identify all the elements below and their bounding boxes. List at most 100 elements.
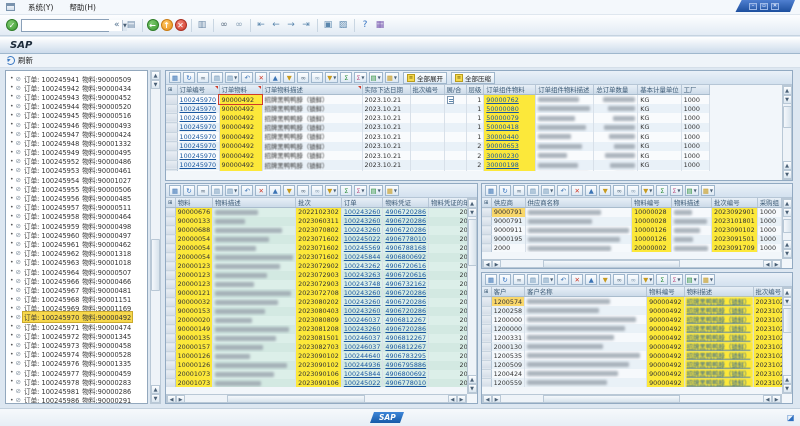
material-cell[interactable]: 20000123 bbox=[175, 280, 213, 289]
material-cell[interactable]: 90000133 bbox=[175, 217, 213, 226]
row-selector[interactable] bbox=[482, 378, 491, 387]
batch-number-cell[interactable]: 2023102201 bbox=[753, 351, 782, 360]
delete-icon[interactable]: ✕ bbox=[571, 274, 583, 285]
row-selector[interactable] bbox=[166, 235, 175, 244]
material-number-cell[interactable]: 90000492 bbox=[647, 378, 685, 387]
component-material-cell[interactable]: 90000945 bbox=[484, 170, 536, 171]
scroll-right-icon[interactable]: ▶ bbox=[492, 260, 501, 268]
scrollbar-thumb[interactable] bbox=[783, 308, 792, 333]
search-next-icon[interactable]: ∞ bbox=[311, 185, 323, 196]
row-selector[interactable] bbox=[166, 343, 175, 352]
customers-grid-hscrollbar[interactable]: ◀▶◀▶ bbox=[482, 394, 782, 403]
find-icon[interactable]: ∞ bbox=[197, 72, 209, 83]
select-all-header[interactable]: ⊞ bbox=[482, 287, 491, 297]
orders-grid-column-header[interactable]: 订单组件物料 bbox=[484, 85, 536, 95]
supplier-cell[interactable]: 2000 bbox=[491, 244, 525, 253]
first-page-icon[interactable]: ⇤ bbox=[255, 19, 268, 32]
order-cell[interactable]: 100244640 bbox=[341, 352, 383, 361]
batch-cell[interactable]: 2023090106 bbox=[296, 379, 342, 388]
batch-cell[interactable]: 2023082703 bbox=[296, 343, 342, 352]
batch-cell[interactable]: 2023081208 bbox=[296, 325, 342, 334]
scroll-left-icon[interactable]: ◀ bbox=[763, 260, 772, 268]
copy-icon[interactable]: ▤ bbox=[211, 185, 223, 196]
material-doc-cell[interactable]: 4906720286 bbox=[383, 226, 429, 235]
scroll-right-icon[interactable]: ▶ bbox=[772, 260, 781, 268]
scroll-left-icon[interactable]: ◀ bbox=[448, 395, 457, 403]
scroll-left-icon[interactable]: ◀ bbox=[483, 395, 492, 403]
subtotal-menu-icon[interactable]: Σ▼ bbox=[354, 72, 366, 83]
material-desc-cell[interactable]: 招牌黑鸭鸭脖（锁鲜） bbox=[684, 297, 753, 307]
details-icon[interactable]: ▦ bbox=[485, 274, 497, 285]
row-selector[interactable] bbox=[482, 324, 491, 333]
find-icon[interactable]: ∞ bbox=[197, 185, 209, 196]
refresh-icon[interactable]: ↻ bbox=[499, 185, 511, 196]
row-selector[interactable] bbox=[166, 361, 175, 370]
orders-grid-column-header[interactable]: 订单编号 bbox=[177, 85, 219, 95]
previous-page-icon[interactable]: ← bbox=[270, 19, 283, 32]
customers-grid-column-header[interactable]: 物料编号 bbox=[647, 287, 685, 297]
material-cell[interactable]: 90000121 bbox=[175, 289, 213, 298]
batch-cell[interactable]: 2023090106 bbox=[296, 370, 342, 379]
sum-icon[interactable]: Σ bbox=[656, 185, 668, 196]
material-cell[interactable]: 90000676 bbox=[175, 208, 213, 217]
next-page-icon[interactable]: → bbox=[285, 19, 298, 32]
scroll-down-icon[interactable]: ▼ bbox=[468, 384, 477, 393]
search-icon[interactable]: ∞ bbox=[613, 185, 625, 196]
customers-grid-column-header[interactable]: 批次编号 bbox=[753, 287, 782, 297]
scroll-up-icon[interactable]: ▲ bbox=[783, 199, 792, 208]
orders-grid-column-header[interactable]: 订单物料 bbox=[219, 85, 262, 95]
material-desc-cell[interactable]: 招牌黑鸭鸭脖（锁鲜） bbox=[684, 333, 753, 342]
copy-menu-icon[interactable]: ▤▼ bbox=[541, 185, 555, 196]
scroll-up-icon[interactable]: ▲ bbox=[468, 375, 477, 384]
cancel-icon[interactable]: ✕ bbox=[175, 19, 187, 31]
row-selector[interactable] bbox=[482, 208, 491, 217]
batch-number-cell[interactable]: 2023102201 bbox=[753, 315, 782, 324]
minimize-icon[interactable]: – bbox=[749, 3, 757, 10]
refresh-button[interactable]: 刷新 bbox=[18, 55, 33, 66]
export-menu-icon[interactable]: ▤▼ bbox=[685, 274, 699, 285]
order-cell[interactable]: 100243748 bbox=[341, 280, 383, 289]
order-cell[interactable]: 100244936 bbox=[341, 361, 383, 370]
material-number-cell[interactable]: 90000492 bbox=[647, 306, 685, 315]
material-cell[interactable]: 20000054 bbox=[175, 244, 213, 253]
scroll-up-icon[interactable]: ▲ bbox=[468, 199, 477, 208]
order-material-cell[interactable]: 90000492 bbox=[219, 95, 262, 105]
scrollbar-thumb[interactable] bbox=[783, 106, 792, 128]
material-doc-cell[interactable]: 4906720616 bbox=[383, 271, 429, 280]
row-selector[interactable] bbox=[166, 307, 175, 316]
layout-menu-icon[interactable]: ▦▼ bbox=[385, 72, 399, 83]
material-cell[interactable]: 90000688 bbox=[175, 226, 213, 235]
row-selector[interactable] bbox=[166, 104, 177, 113]
material-cell[interactable]: 20000054 bbox=[175, 235, 213, 244]
order-number-cell[interactable]: 100245970 bbox=[177, 132, 219, 141]
batch-cell[interactable]: 2023072708 bbox=[296, 289, 342, 298]
orders-grid-column-header[interactable]: 层级 bbox=[466, 85, 484, 95]
row-selector[interactable] bbox=[166, 370, 175, 379]
material-doc-cell[interactable]: 4906720286 bbox=[383, 307, 429, 316]
scroll-left-icon[interactable]: ◀ bbox=[483, 260, 492, 268]
row-selector[interactable] bbox=[482, 315, 491, 324]
connection-status-icon[interactable]: ◪ bbox=[787, 414, 795, 422]
orders-grid-vscrollbar[interactable]: ▲▼▲▼ bbox=[782, 85, 792, 180]
scroll-right-icon[interactable]: ▶ bbox=[772, 395, 781, 403]
save-icon[interactable]: ▤ bbox=[125, 19, 138, 32]
scroll-up-icon[interactable]: ▲ bbox=[783, 86, 792, 95]
material-number-cell[interactable]: 90000492 bbox=[647, 315, 685, 324]
material-number-cell[interactable]: 20000002 bbox=[632, 244, 672, 253]
sort-asc-icon[interactable]: ▲ bbox=[585, 185, 597, 196]
batch-cell[interactable]: 2023090102 bbox=[296, 352, 342, 361]
material-cell[interactable]: 20000123 bbox=[175, 262, 213, 271]
expand-collapse-cell[interactable] bbox=[444, 160, 466, 169]
batch-number-cell[interactable]: 2023092901 bbox=[712, 208, 758, 217]
search-next-icon[interactable]: ∞ bbox=[627, 185, 639, 196]
suppliers-grid-column-header[interactable]: 物料编号 bbox=[632, 198, 672, 208]
filter-icon[interactable]: ▼ bbox=[599, 185, 611, 196]
order-cell[interactable]: 100245844 bbox=[341, 253, 383, 262]
material-doc-cell[interactable]: 4906720286 bbox=[383, 298, 429, 307]
undo-icon[interactable]: ↶ bbox=[557, 274, 569, 285]
customers-grid-column-header[interactable]: 客户名称 bbox=[525, 287, 647, 297]
material-doc-cell[interactable]: 4906720286 bbox=[383, 325, 429, 334]
order-number-cell[interactable]: 100245970 bbox=[177, 151, 219, 160]
order-cell[interactable]: 100243263 bbox=[341, 271, 383, 280]
suppliers-grid-vscrollbar[interactable]: ▲▼▲▼ bbox=[782, 198, 792, 259]
